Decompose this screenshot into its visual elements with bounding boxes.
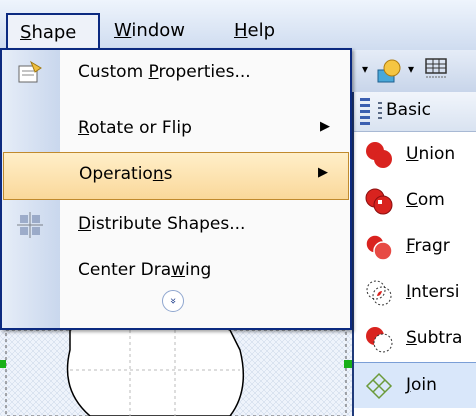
submenu-arrow-icon: ▶: [318, 165, 328, 180]
toolbar-handle-icon[interactable]: [378, 102, 382, 122]
operation-combine-label: Com: [406, 190, 445, 210]
union-icon: [366, 142, 392, 168]
menu-bar: Shape Window Help: [0, 0, 476, 50]
menu-window-accel: W: [114, 20, 132, 41]
combine-icon: [365, 188, 393, 215]
toolbar: ▾ ▾: [352, 50, 476, 92]
menu-help-accel: H: [234, 20, 248, 41]
operation-fragment-label: Fragr: [406, 236, 450, 256]
submenu-arrow-icon: ▶: [320, 119, 330, 134]
drawing-shape[interactable]: [0, 330, 352, 416]
menu-shape-label: hape: [31, 22, 77, 43]
panel-grip-icon[interactable]: [360, 98, 370, 126]
expand-menu-chevron-icon[interactable]: »: [162, 290, 184, 312]
menu-item-center-drawing[interactable]: Center Drawing: [2, 248, 350, 296]
menu-window-label: indow: [131, 20, 185, 41]
drawing-canvas[interactable]: [0, 330, 352, 416]
operation-union-label: Union: [406, 144, 456, 164]
custom-properties-label: Custom Properties...: [78, 62, 251, 82]
menu-shape[interactable]: Shape: [6, 13, 100, 50]
toolbar-dropdown-arrow-2[interactable]: ▾: [408, 62, 414, 76]
menu-item-custom-properties[interactable]: Custom Properties...: [2, 50, 350, 98]
grid-tool-icon[interactable]: [424, 57, 448, 81]
menu-shape-accel: S: [20, 22, 32, 43]
stencil-basic-label[interactable]: Basic: [386, 100, 431, 120]
operation-combine[interactable]: Com: [354, 178, 476, 224]
menu-help[interactable]: Help: [224, 14, 285, 48]
center-drawing-label: Center Drawing: [78, 260, 212, 280]
menu-item-operations[interactable]: Operations ▶: [3, 152, 349, 200]
operations-label: Operations: [79, 164, 173, 184]
properties-icon: [18, 60, 42, 83]
distribute-shapes-label: Distribute Shapes...: [78, 214, 246, 234]
operation-union[interactable]: Union: [354, 132, 476, 178]
operation-subtract-label: Subtra: [406, 328, 463, 348]
operation-join-label: Join: [406, 375, 437, 395]
menu-item-rotate-or-flip[interactable]: Rotate or Flip ▶: [2, 106, 350, 154]
menu-item-distribute-shapes: Distribute Shapes...: [2, 202, 350, 250]
toolbar-dropdown-arrow[interactable]: ▾: [362, 62, 368, 76]
shape-tool-icon[interactable]: [376, 58, 402, 84]
rotate-or-flip-label: Rotate or Flip: [78, 118, 192, 138]
join-icon: [365, 372, 393, 400]
intersect-icon: [366, 280, 392, 306]
distribute-icon: [17, 212, 43, 238]
subtract-icon: [366, 327, 393, 353]
operation-join[interactable]: Join: [354, 362, 476, 408]
shape-menu-dropdown: Custom Properties... Rotate or Flip ▶ Op…: [0, 48, 352, 330]
operation-fragment[interactable]: Fragr: [354, 224, 476, 270]
operation-intersect[interactable]: Intersi: [354, 270, 476, 316]
shapes-panel: Basic Union Com Fragr Intersi Subtra Joi…: [352, 92, 476, 416]
menu-help-label: elp: [247, 20, 276, 41]
menu-window[interactable]: Window: [104, 14, 195, 48]
operation-subtract[interactable]: Subtra: [354, 316, 476, 362]
shapes-panel-header: Basic: [354, 92, 476, 132]
operation-intersect-label: Intersi: [406, 282, 460, 302]
fragment-icon: [365, 234, 393, 261]
